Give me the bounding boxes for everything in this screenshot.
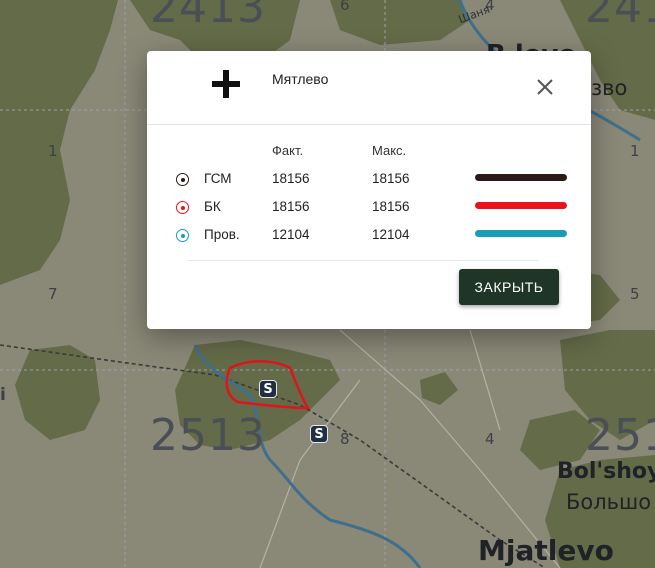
row-max: 18156 xyxy=(372,199,410,214)
close-icon[interactable] xyxy=(535,77,555,97)
row-fact: 18156 xyxy=(272,199,310,214)
grid-number: 8 xyxy=(340,430,350,448)
row-max: 12104 xyxy=(372,227,410,242)
supply-row-ammo[interactable]: БК 18156 18156 xyxy=(147,199,591,219)
supply-dialog: Мятлево Факт. Макс. ГСМ 18156 18156 БК 1… xyxy=(147,51,591,329)
grid-label-2413: 2413 xyxy=(150,0,266,33)
grid-number: 1 xyxy=(48,142,58,160)
balkenkreuz-icon xyxy=(210,68,242,100)
supply-row-fuel[interactable]: ГСМ 18156 18156 xyxy=(147,171,591,191)
supply-row-provisions[interactable]: Пров. 12104 12104 xyxy=(147,227,591,247)
row-name: Пров. xyxy=(204,227,240,242)
row-fact: 18156 xyxy=(272,171,310,186)
dialog-divider xyxy=(187,260,539,261)
row-fact: 12104 xyxy=(272,227,310,242)
radio-button[interactable] xyxy=(176,229,189,242)
radio-button[interactable] xyxy=(176,201,189,214)
column-header-max: Макс. xyxy=(372,143,407,158)
column-header-fact: Факт. xyxy=(272,143,304,158)
grid-number: 6 xyxy=(340,0,350,14)
row-max: 18156 xyxy=(372,171,410,186)
grid-number: 4 xyxy=(485,430,495,448)
grid-number: 7 xyxy=(48,285,58,303)
grid-label-251: 251 xyxy=(585,410,655,461)
close-button[interactable]: ЗАКРЫТЬ xyxy=(459,269,559,305)
place-letter: i xyxy=(0,385,6,405)
grid-number: 1 xyxy=(630,142,640,160)
dialog-header: Мятлево xyxy=(147,51,591,125)
place-top-partial-cyr: зво xyxy=(591,76,628,100)
dialog-title: Мятлево xyxy=(272,71,329,87)
grid-number: 5 xyxy=(630,285,640,303)
row-name: ГСМ xyxy=(204,171,232,186)
place-mjatlevo[interactable]: Mjatlevo xyxy=(478,534,614,567)
supply-marker[interactable]: S xyxy=(259,380,277,398)
radio-button[interactable] xyxy=(176,173,189,186)
place-bolshoy-cyr: Большо xyxy=(566,490,652,514)
line-color-swatch xyxy=(475,202,567,209)
line-color-swatch xyxy=(475,174,567,181)
grid-label-2513: 2513 xyxy=(150,410,266,461)
row-name: БК xyxy=(204,199,221,214)
grid-label-241: 241 xyxy=(585,0,655,33)
supply-marker[interactable]: S xyxy=(310,425,328,443)
line-color-swatch xyxy=(475,230,567,237)
place-bolshoy[interactable]: Bol'shoy xyxy=(557,459,655,484)
